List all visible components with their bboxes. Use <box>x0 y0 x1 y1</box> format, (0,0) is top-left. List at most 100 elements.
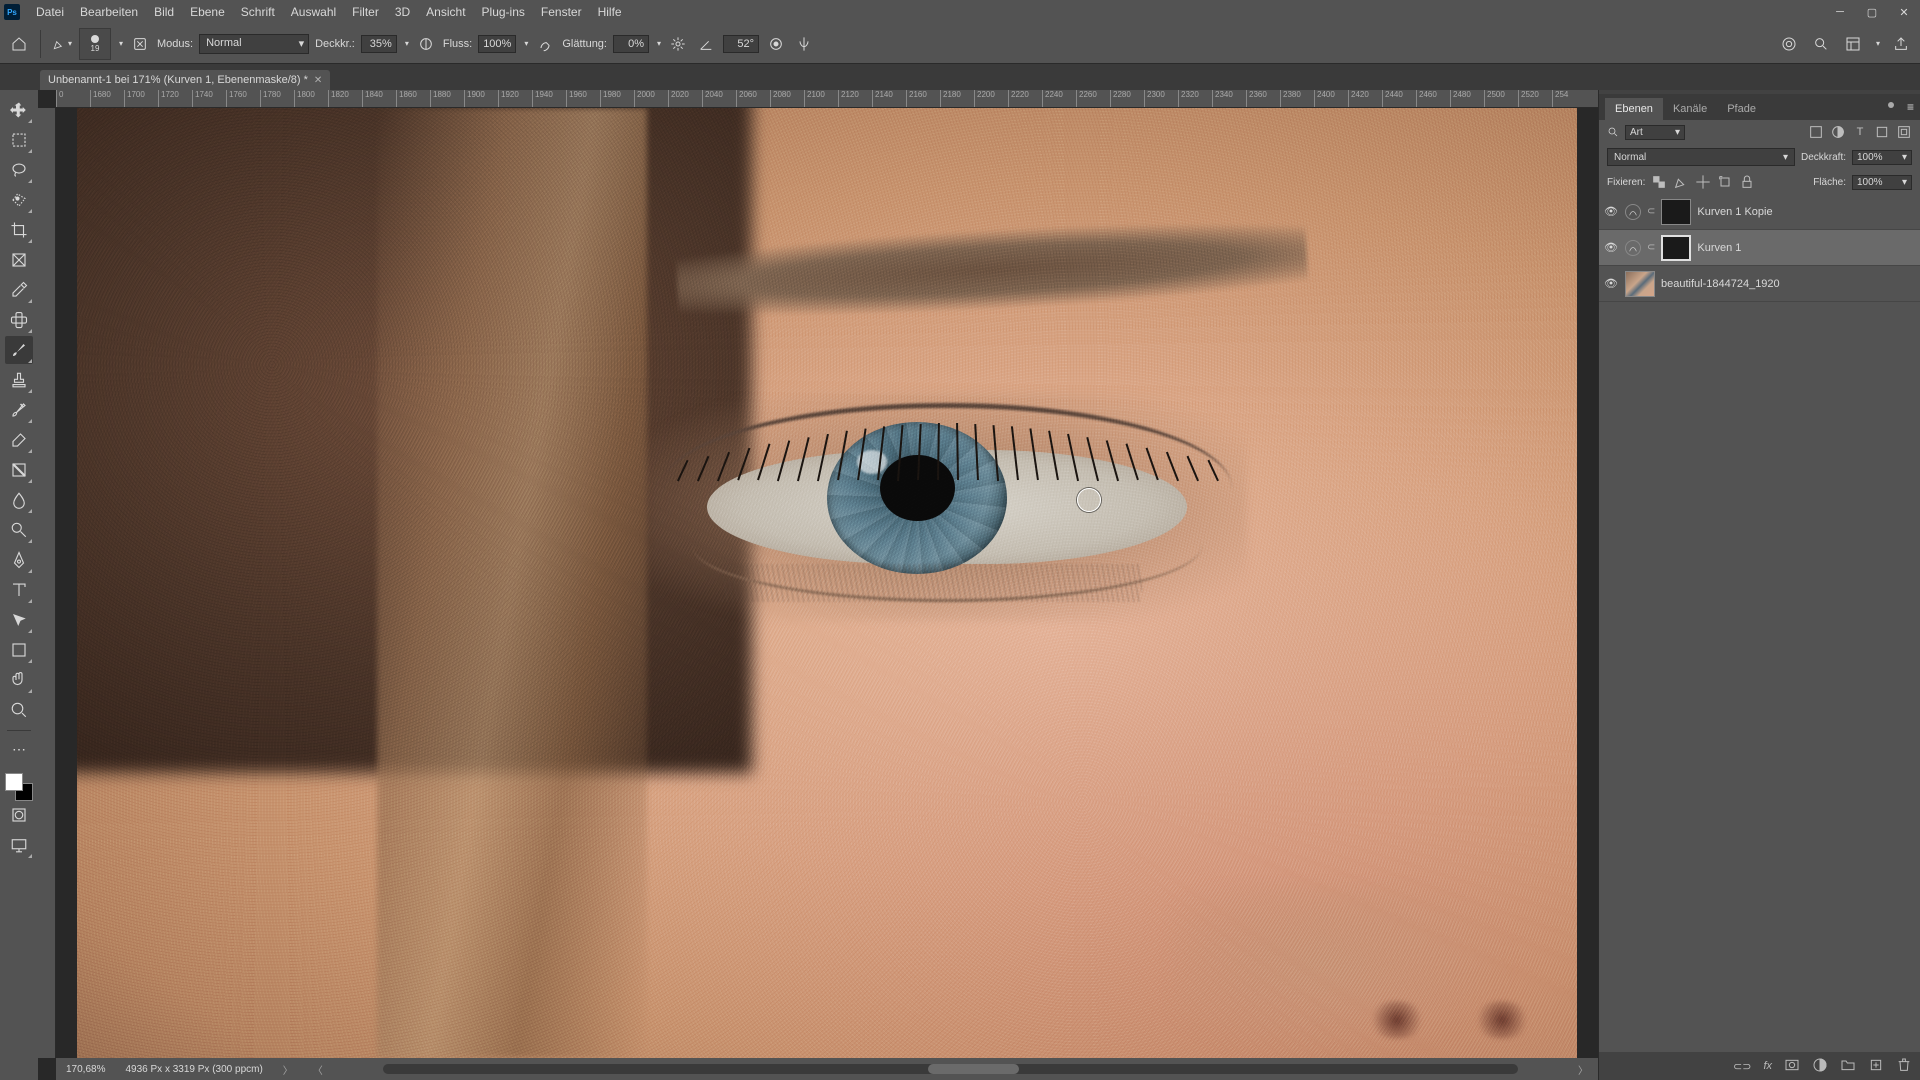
ruler-horizontal[interactable]: 0168017001720174017601780180018201840186… <box>56 90 1598 108</box>
workspace-chevron-icon[interactable]: ▾ <box>1876 39 1880 48</box>
maximize-button[interactable]: ▢ <box>1856 0 1888 24</box>
cloud-docs-icon[interactable] <box>1778 33 1800 55</box>
shape-tool[interactable] <box>5 636 33 664</box>
menu-view[interactable]: Ansicht <box>418 0 473 24</box>
adjustment-layer-icon[interactable] <box>1625 240 1641 256</box>
visibility-toggle-icon[interactable]: 👁 <box>1603 241 1619 254</box>
blur-tool[interactable] <box>5 486 33 514</box>
airbrush-icon[interactable] <box>534 33 556 55</box>
canvas[interactable] <box>56 108 1598 1058</box>
pressure-opacity-icon[interactable] <box>415 33 437 55</box>
menu-window[interactable]: Fenster <box>533 0 590 24</box>
pressure-size-icon[interactable] <box>765 33 787 55</box>
menu-help[interactable]: Hilfe <box>590 0 630 24</box>
quick-select-tool[interactable] <box>5 186 33 214</box>
tab-layers[interactable]: Ebenen <box>1605 98 1663 120</box>
share-icon[interactable] <box>1890 33 1912 55</box>
smoothing-options-icon[interactable] <box>667 33 689 55</box>
layer-row[interactable]: 👁⊂Kurven 1 Kopie <box>1599 194 1920 230</box>
screenmode-icon[interactable] <box>5 831 33 859</box>
layer-fx-icon[interactable]: fx <box>1763 1060 1772 1072</box>
eraser-tool[interactable] <box>5 426 33 454</box>
layer-row[interactable]: 👁 ⊂ Kurven 1 <box>1599 230 1920 266</box>
symmetry-icon[interactable] <box>793 33 815 55</box>
layer-name[interactable]: Kurven 1 <box>1697 242 1741 254</box>
adjustment-layer-icon[interactable] <box>1625 204 1641 220</box>
brush-preset-picker[interactable]: 19 <box>79 28 111 60</box>
mask-link-icon[interactable]: ⊂ <box>1647 206 1655 217</box>
visibility-toggle-icon[interactable]: 👁 <box>1603 277 1619 290</box>
zoom-level[interactable]: 170,68% <box>66 1064 105 1075</box>
menu-select[interactable]: Auswahl <box>283 0 344 24</box>
layer-blend-mode-select[interactable]: Normal▾ <box>1607 148 1795 166</box>
blend-mode-select[interactable]: Normal <box>199 34 309 54</box>
brush-settings-icon[interactable] <box>129 33 151 55</box>
menu-image[interactable]: Bild <box>146 0 182 24</box>
dodge-tool[interactable] <box>5 516 33 544</box>
healing-tool[interactable] <box>5 306 33 334</box>
lock-all-icon[interactable] <box>1739 174 1755 190</box>
delete-layer-icon[interactable] <box>1896 1057 1912 1076</box>
smoothing-chevron-icon[interactable]: ▾ <box>657 39 661 48</box>
menu-type[interactable]: Schrift <box>233 0 283 24</box>
frame-tool[interactable] <box>5 246 33 274</box>
layer-thumbnail[interactable] <box>1625 271 1655 297</box>
lock-nesting-icon[interactable] <box>1717 174 1733 190</box>
tool-preset-icon[interactable]: ▾ <box>51 33 73 55</box>
quickmask-icon[interactable] <box>5 801 33 829</box>
lock-pixels-icon[interactable] <box>1673 174 1689 190</box>
flow-chevron-icon[interactable]: ▾ <box>524 39 528 48</box>
layer-filter-select[interactable]: Art▾ <box>1625 125 1685 140</box>
filter-adjustment-icon[interactable] <box>1830 124 1846 140</box>
gradient-tool[interactable] <box>5 456 33 484</box>
menu-plugins[interactable]: Plug-ins <box>474 0 533 24</box>
history-brush-tool[interactable] <box>5 396 33 424</box>
brush-preset-chevron-icon[interactable]: ▾ <box>119 39 123 48</box>
type-tool[interactable] <box>5 576 33 604</box>
eyedropper-tool[interactable] <box>5 276 33 304</box>
pen-tool[interactable] <box>5 546 33 574</box>
path-select-tool[interactable] <box>5 606 33 634</box>
opacity-chevron-icon[interactable]: ▾ <box>405 39 409 48</box>
angle-input[interactable]: 52° <box>723 35 759 53</box>
edit-toolbar-icon[interactable]: ⋯ <box>5 735 33 763</box>
new-layer-icon[interactable] <box>1868 1057 1884 1076</box>
add-mask-icon[interactable] <box>1784 1057 1800 1076</box>
hand-tool[interactable] <box>5 666 33 694</box>
layer-thumbnail[interactable] <box>1661 199 1691 225</box>
lock-position-icon[interactable] <box>1695 174 1711 190</box>
filter-pixel-icon[interactable] <box>1808 124 1824 140</box>
ruler-vertical[interactable] <box>38 108 56 1058</box>
menu-3d[interactable]: 3D <box>387 0 418 24</box>
smoothing-input[interactable]: 0% <box>613 35 649 53</box>
visibility-toggle-icon[interactable]: 👁 <box>1603 205 1619 218</box>
menu-edit[interactable]: Bearbeiten <box>72 0 146 24</box>
mask-link-icon[interactable]: ⊂ <box>1647 242 1655 253</box>
filter-type-icon[interactable]: T <box>1852 124 1868 140</box>
menu-file[interactable]: Datei <box>28 0 72 24</box>
tab-paths[interactable]: Pfade <box>1717 98 1766 120</box>
angle-icon[interactable] <box>695 33 717 55</box>
brush-tool[interactable] <box>5 336 33 364</box>
layer-row[interactable]: 👁 beautiful-1844724_1920 <box>1599 266 1920 302</box>
close-button[interactable]: ✕ <box>1888 0 1920 24</box>
move-tool[interactable] <box>5 96 33 124</box>
link-layers-icon[interactable]: ⊂⊃ <box>1733 1060 1751 1073</box>
document-tab[interactable]: Unbenannt-1 bei 171% (Kurven 1, Ebenenma… <box>40 70 330 90</box>
new-adjustment-icon[interactable] <box>1812 1057 1828 1076</box>
color-swatches[interactable] <box>5 773 33 801</box>
lock-transparency-icon[interactable] <box>1651 174 1667 190</box>
horizontal-scrollbar[interactable] <box>383 1064 1518 1074</box>
menu-filter[interactable]: Filter <box>344 0 387 24</box>
layer-thumbnail[interactable] <box>1661 235 1691 261</box>
crop-tool[interactable] <box>5 216 33 244</box>
filter-shape-icon[interactable] <box>1874 124 1890 140</box>
home-icon[interactable] <box>8 33 30 55</box>
layer-fill-input[interactable]: 100%▾ <box>1852 175 1912 190</box>
panel-menu-icon[interactable]: ≡ <box>1907 100 1914 114</box>
flow-input[interactable]: 100% <box>478 35 516 53</box>
layer-name[interactable]: beautiful-1844724_1920 <box>1661 278 1780 290</box>
marquee-tool[interactable] <box>5 126 33 154</box>
stamp-tool[interactable] <box>5 366 33 394</box>
new-group-icon[interactable] <box>1840 1057 1856 1076</box>
